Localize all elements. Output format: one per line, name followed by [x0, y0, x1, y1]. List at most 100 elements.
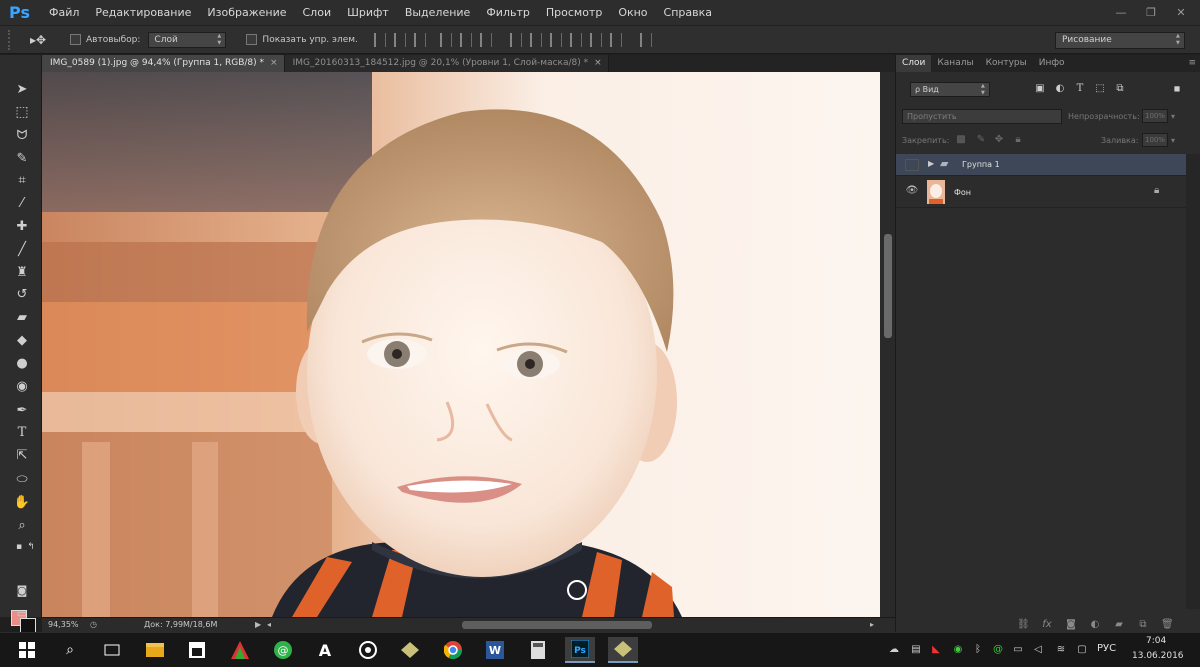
layer-kind-filter[interactable]: ρ Вид — [910, 82, 990, 97]
chrome-icon[interactable] — [438, 637, 468, 663]
screen-mode-icon[interactable]: ▭ — [13, 605, 31, 623]
browser-app-icon[interactable] — [353, 637, 383, 663]
link-layers-icon[interactable]: ⛓ — [1017, 619, 1030, 630]
status-info-icon[interactable]: ◷ — [90, 618, 97, 632]
hand-tool-icon[interactable]: ✋ — [13, 494, 31, 512]
fill-field[interactable]: 100% — [1142, 133, 1168, 147]
menu-layers[interactable]: Слои — [295, 0, 340, 25]
tray-app-icon[interactable]: ▤ — [910, 643, 922, 657]
quick-mask-icon[interactable]: ◙ — [13, 582, 31, 600]
layer-style-fx-icon[interactable]: fx — [1041, 619, 1053, 630]
lock-all-icon[interactable]: 🔒︎ — [1012, 134, 1024, 146]
type-tool-icon[interactable]: T — [13, 424, 31, 442]
tab-img-0589[interactable]: IMG_0589 (1).jpg @ 94,4% (Группа 1, RGB/… — [42, 55, 285, 72]
minimize-button[interactable]: — — [1112, 6, 1130, 20]
word-icon[interactable]: W — [480, 637, 510, 663]
expand-arrow-icon[interactable]: ▶ — [928, 159, 934, 168]
layers-scrollbar[interactable] — [1186, 154, 1200, 609]
panel-menu-icon[interactable]: ≡ — [1188, 55, 1200, 72]
menu-filter[interactable]: Фильтр — [478, 0, 538, 25]
lock-position-icon[interactable]: ✥ — [993, 134, 1005, 146]
font-app-icon[interactable]: A — [310, 637, 340, 663]
quick-selection-tool-icon[interactable]: ✎ — [13, 150, 31, 168]
menu-window[interactable]: Окно — [610, 0, 655, 25]
clock-date[interactable]: 13.06.2016 — [1132, 651, 1184, 661]
tab-paths[interactable]: Контуры — [980, 55, 1033, 72]
photoshop-taskbar-icon[interactable]: Ps — [565, 637, 595, 663]
menu-type[interactable]: Шрифт — [339, 0, 397, 25]
layer-name[interactable]: Фон — [954, 188, 971, 197]
auto-align-icon[interactable] — [639, 32, 652, 47]
align-left-icon[interactable] — [439, 32, 452, 47]
menu-edit[interactable]: Редактирование — [87, 0, 199, 25]
autoselect-checkbox[interactable] — [70, 34, 81, 45]
dodge-tool-icon[interactable]: ◉ — [13, 378, 31, 396]
wifi-tray-icon[interactable]: ≋ — [1055, 643, 1067, 657]
blend-mode-dropdown[interactable]: Пропустить — [902, 109, 1062, 124]
task-view-icon[interactable] — [97, 637, 127, 663]
menu-file[interactable]: Файл — [41, 0, 87, 25]
layer-name[interactable]: Группа 1 — [962, 160, 1000, 169]
tab-img-20160313[interactable]: IMG_20160313_184512.jpg @ 20,1% (Уровни … — [284, 55, 609, 72]
file-explorer-icon[interactable] — [140, 637, 170, 663]
tab-channels[interactable]: Каналы — [931, 55, 979, 72]
tool-preset-picker[interactable]: ▸✥ — [30, 31, 60, 49]
distribute-bottom-icon[interactable] — [549, 32, 562, 47]
add-mask-icon[interactable]: ◙ — [1065, 619, 1077, 630]
canvas-vertical-scrollbar[interactable] — [880, 72, 895, 617]
cloud-tray-icon[interactable]: ☁ — [888, 643, 900, 657]
battery-tray-icon[interactable]: ▭ — [1012, 643, 1024, 657]
filter-toggle-icon[interactable]: ◼ — [1171, 83, 1183, 95]
swap-colors-icon[interactable]: ↰ — [22, 538, 40, 556]
autoselect-dropdown[interactable]: Слой — [148, 31, 227, 48]
scroll-right-icon[interactable]: ▸ — [870, 618, 874, 632]
align-hcenter-icon[interactable] — [459, 32, 472, 47]
language-indicator[interactable]: РУС — [1097, 643, 1116, 654]
new-adjustment-layer-icon[interactable]: ◐ — [1089, 619, 1101, 630]
horizontal-scroll-thumb[interactable] — [462, 621, 652, 629]
filter-adjustment-icon[interactable]: ◐ — [1054, 83, 1066, 95]
app-gallery-icon[interactable] — [395, 637, 425, 663]
path-selection-tool-icon[interactable]: ⇱ — [13, 447, 31, 465]
notifications-tray-icon[interactable]: ▢ — [1076, 643, 1088, 657]
app-gallery-active-icon[interactable] — [608, 637, 638, 663]
lock-transparent-icon[interactable]: ▩ — [955, 134, 967, 146]
clone-stamp-tool-icon[interactable]: ♜ — [13, 264, 31, 282]
nvidia-tray-icon[interactable]: ◉ — [952, 643, 964, 657]
volume-tray-icon[interactable]: ◁ — [1032, 643, 1044, 657]
visibility-toggle-off[interactable] — [905, 159, 919, 171]
filter-pixel-icon[interactable]: ▣ — [1034, 83, 1046, 95]
distribute-right-icon[interactable] — [609, 32, 622, 47]
filter-type-icon[interactable]: T — [1074, 83, 1086, 95]
distribute-vcenter-icon[interactable] — [529, 32, 542, 47]
restore-button[interactable]: ❐ — [1142, 6, 1160, 20]
menu-help[interactable]: Справка — [656, 0, 720, 25]
lock-pixels-icon[interactable]: ✎ — [975, 134, 987, 146]
move-tool-icon[interactable]: ➤ — [13, 81, 31, 99]
brush-tool-icon[interactable]: ╱ — [13, 241, 31, 259]
marquee-tool-icon[interactable]: ⬚ — [13, 103, 31, 121]
mail-agent-icon[interactable]: @ — [268, 637, 298, 663]
scroll-left-icon[interactable]: ◂ — [267, 618, 271, 632]
align-right-icon[interactable] — [479, 32, 492, 47]
pen-tool-icon[interactable]: ✒ — [13, 402, 31, 420]
adobe-tray-icon[interactable]: ◣ — [930, 643, 942, 657]
clock-time[interactable]: 7:04 — [1146, 636, 1166, 646]
filter-shape-icon[interactable]: ⬚ — [1094, 83, 1106, 95]
healing-brush-tool-icon[interactable]: ✚ — [13, 218, 31, 236]
eraser-tool-icon[interactable]: ▰ — [13, 309, 31, 327]
close-button[interactable]: ✕ — [1172, 6, 1190, 20]
menu-view[interactable]: Просмотр — [538, 0, 610, 25]
calculator-icon[interactable] — [523, 637, 553, 663]
bluetooth-tray-icon[interactable]: ᛒ — [972, 643, 984, 657]
show-transform-controls-checkbox[interactable] — [246, 34, 258, 45]
align-vcenter-icon[interactable] — [393, 32, 406, 47]
crop-tool-icon[interactable]: ⌗ — [13, 172, 31, 190]
tab-close-icon[interactable]: × — [270, 58, 278, 68]
tab-layers[interactable]: Слои — [896, 55, 932, 72]
align-bottom-icon[interactable] — [413, 32, 426, 47]
tab-close-icon[interactable]: × — [594, 58, 602, 68]
align-top-icon[interactable] — [373, 32, 386, 47]
document-canvas[interactable] — [42, 72, 880, 617]
eye-icon[interactable]: 👁︎ — [905, 185, 919, 196]
